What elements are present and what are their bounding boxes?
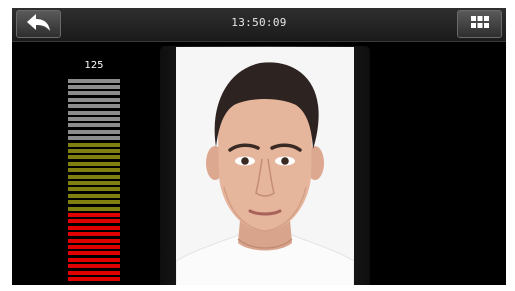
level-segment-low — [68, 219, 120, 223]
level-segment-mid — [68, 155, 120, 159]
level-segment-mid — [68, 168, 120, 172]
level-segment-mid — [68, 149, 120, 153]
level-segment-high — [68, 123, 120, 127]
level-segment-mid — [68, 187, 120, 191]
level-segment-low — [68, 239, 120, 243]
face-photo — [176, 47, 354, 285]
level-meter — [68, 76, 120, 281]
level-segment-mid — [68, 194, 120, 198]
level-segment-high — [68, 98, 120, 102]
level-segment-high — [68, 136, 120, 140]
level-segment-low — [68, 245, 120, 249]
level-segment-low — [68, 213, 120, 217]
level-segment-mid — [68, 200, 120, 204]
level-segment-mid — [68, 162, 120, 166]
level-segment-low — [68, 264, 120, 268]
clock-display: 13:50:09 — [231, 16, 287, 29]
level-segment-high — [68, 91, 120, 95]
level-segment-low — [68, 277, 120, 281]
level-segment-low — [68, 271, 120, 275]
level-segment-high — [68, 130, 120, 134]
level-segment-mid — [68, 143, 120, 147]
level-segment-mid — [68, 175, 120, 179]
grid-menu-icon — [470, 15, 490, 34]
level-segment-high — [68, 104, 120, 108]
level-segment-high — [68, 117, 120, 121]
level-segment-low — [68, 226, 120, 230]
level-segment-mid — [68, 181, 120, 185]
device-screen: 13:50:09 125 — [12, 8, 506, 285]
top-bar: 13:50:09 — [12, 8, 506, 42]
level-segment-high — [68, 79, 120, 83]
menu-button[interactable] — [457, 10, 502, 38]
level-segment-low — [68, 258, 120, 262]
level-value: 125 — [84, 60, 104, 71]
photo-frame — [160, 46, 370, 285]
level-segment-low — [68, 232, 120, 236]
level-segment-mid — [68, 207, 120, 211]
level-segment-high — [68, 111, 120, 115]
level-segment-high — [68, 85, 120, 89]
level-segment-low — [68, 251, 120, 255]
